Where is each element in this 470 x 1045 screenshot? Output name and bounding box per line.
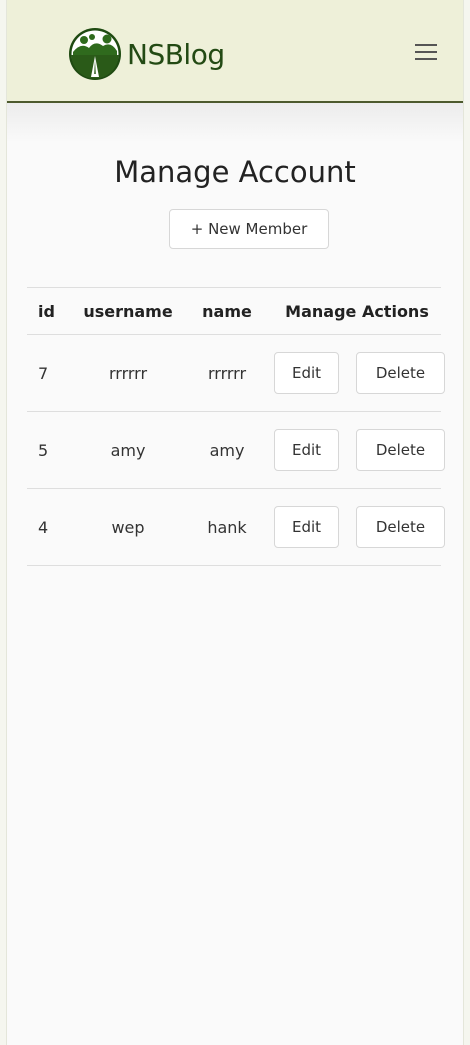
table-row: 7 rrrrrr rrrrrr Edit Delete <box>27 335 445 412</box>
navbar-shadow <box>7 103 463 143</box>
landscape-logo-icon <box>69 28 121 80</box>
new-member-button[interactable]: + New Member <box>169 209 329 249</box>
cell-username: rrrrrr <box>108 363 148 383</box>
delete-button[interactable]: Delete <box>356 429 445 471</box>
table-row: 4 wep hank Edit Delete <box>27 489 445 566</box>
table-header-row: id username name Manage Actions <box>27 288 441 335</box>
cell-username: amy <box>110 440 146 460</box>
hamburger-menu-icon[interactable] <box>415 43 437 61</box>
delete-button[interactable]: Delete <box>356 506 445 548</box>
cell-id: 4 <box>38 517 49 537</box>
navbar: NSBlog <box>7 0 463 103</box>
header-username: username <box>83 301 173 321</box>
cell-username: wep <box>111 517 145 537</box>
cell-id: 5 <box>38 440 49 460</box>
cell-name: amy <box>209 440 245 460</box>
cell-id: 7 <box>38 363 49 383</box>
edit-button[interactable]: Edit <box>274 506 339 548</box>
header-manage-actions: Manage Actions <box>285 301 429 321</box>
table-row: 5 amy amy Edit Delete <box>27 412 445 489</box>
brand-link[interactable]: NSBlog <box>67 26 225 82</box>
header-name: name <box>202 301 252 321</box>
brand-name: NSBlog <box>127 37 225 71</box>
edit-button[interactable]: Edit <box>274 352 339 394</box>
cell-name: rrrrrr <box>207 363 247 383</box>
members-table: id username name Manage Actions 7 rrrrrr… <box>27 287 445 566</box>
page-title: Manage Account <box>114 155 356 189</box>
page-frame: NSBlog Manage Account + New Member id us… <box>6 0 464 1045</box>
edit-button[interactable]: Edit <box>274 429 339 471</box>
delete-button[interactable]: Delete <box>356 352 445 394</box>
header-id: id <box>38 301 55 321</box>
cell-name: hank <box>207 517 247 537</box>
